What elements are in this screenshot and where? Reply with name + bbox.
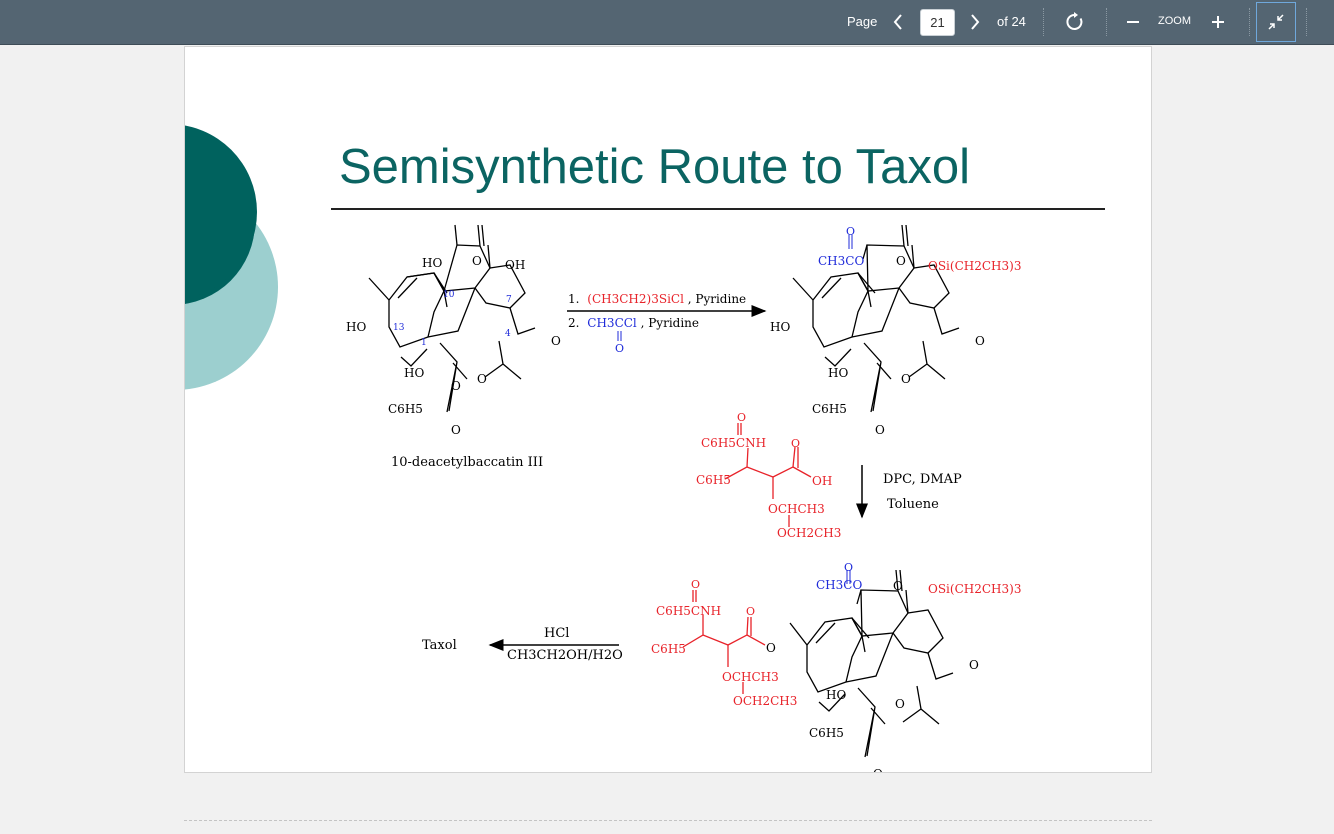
- acid-group: OH: [812, 474, 832, 488]
- label: O: [551, 334, 561, 348]
- label: HO: [404, 366, 424, 380]
- label: HO: [828, 366, 848, 380]
- label: O: [615, 342, 624, 355]
- ethoxy-group: OCH2CH3: [733, 694, 797, 708]
- step2-reagent: DPC, DMAP: [883, 472, 962, 487]
- exit-fullscreen-button[interactable]: [1256, 2, 1296, 42]
- ring-number: 7: [506, 295, 512, 305]
- zoom-label: ZOOM: [1158, 15, 1191, 27]
- step3-solvent: CH3CH2OH/H2O: [507, 648, 623, 663]
- toolbar-divider: [1249, 8, 1250, 36]
- label: HO: [826, 688, 846, 702]
- label: HO: [346, 320, 366, 334]
- label: O: [477, 372, 487, 386]
- label: C6H5: [809, 726, 844, 740]
- rotate-icon: [1066, 12, 1083, 30]
- zoom-in-icon: [1212, 16, 1224, 28]
- label: O: [893, 579, 903, 593]
- label: O: [737, 411, 746, 424]
- ring-number: 4: [505, 329, 511, 339]
- phenyl-group: C6H5: [651, 642, 686, 656]
- ether-group: OCHCH3: [768, 502, 825, 516]
- step2-solvent: Toluene: [887, 497, 939, 512]
- compound-name: 10-deacetylbaccatin III: [391, 455, 543, 470]
- previous-page-button[interactable]: [885, 8, 911, 36]
- label: HO: [770, 320, 790, 334]
- label: C6H5: [388, 402, 423, 416]
- label: O: [846, 225, 855, 238]
- amide-group: C6H5CNH: [656, 604, 721, 618]
- ring-number: 13: [393, 323, 405, 333]
- page-number-input[interactable]: 21: [920, 9, 955, 36]
- label: O: [451, 423, 461, 437]
- product-name: Taxol: [422, 638, 457, 653]
- exit-fullscreen-icon: [1268, 14, 1284, 30]
- label: O: [895, 697, 905, 711]
- toolbar-divider: [1106, 8, 1107, 36]
- toolbar-divider: [1306, 8, 1307, 36]
- page-label: Page: [847, 14, 878, 29]
- zoom-out-button[interactable]: [1120, 8, 1146, 36]
- label: O: [746, 605, 755, 618]
- page-total-label: of 24: [997, 14, 1026, 29]
- rotate-button[interactable]: [1062, 8, 1088, 36]
- label: HO: [422, 256, 442, 270]
- label: O: [901, 372, 911, 386]
- reaction-scheme: HO OH HO HO O O O O O C6H5 10 7 13 1 4 1…: [346, 224, 1021, 773]
- page-separator: [184, 820, 1152, 821]
- label: O: [975, 334, 985, 348]
- acetyl-group: CH3CO: [816, 578, 862, 592]
- chevron-left-icon: [893, 14, 902, 30]
- amide-group: C6H5CNH: [701, 436, 766, 450]
- toolbar-divider: [1043, 8, 1044, 36]
- zoom-out-icon: [1127, 21, 1139, 23]
- ether-group: OCHCH3: [722, 670, 779, 684]
- acetyl-group: CH3CO: [818, 254, 864, 268]
- slide-page: Semisynthetic Route to Taxol HO OH HO HO…: [184, 46, 1152, 773]
- label: O: [691, 578, 700, 591]
- chevron-right-icon: [971, 14, 980, 30]
- next-page-button[interactable]: [962, 8, 988, 36]
- label: O: [873, 767, 883, 773]
- label: O: [844, 561, 853, 574]
- label: O: [969, 658, 979, 672]
- phenyl-group: C6H5: [696, 473, 731, 487]
- viewer-toolbar: Page 21 of 24 ZOOM: [0, 0, 1334, 45]
- step1-line1: 1. (CH3CH2)3SiCl , Pyridine: [568, 292, 746, 306]
- label: O: [791, 437, 800, 450]
- silyl-group: OSi(CH2CH3)3: [928, 259, 1021, 273]
- ring-number: 10: [443, 290, 455, 300]
- ester-oxygen: O: [766, 641, 776, 655]
- label: OH: [505, 258, 525, 272]
- silyl-group: OSi(CH2CH3)3: [928, 582, 1021, 596]
- step1-line2: 2. CH3CCl , Pyridine: [568, 316, 699, 330]
- ethoxy-group: OCH2CH3: [777, 526, 841, 540]
- label: O: [896, 254, 906, 268]
- label: O: [875, 423, 885, 437]
- label: O: [451, 379, 461, 393]
- zoom-in-button[interactable]: [1205, 8, 1231, 36]
- step3-reagent: HCl: [544, 626, 569, 641]
- label: O: [472, 254, 482, 268]
- label: C6H5: [812, 402, 847, 416]
- ring-number: 1: [421, 338, 427, 348]
